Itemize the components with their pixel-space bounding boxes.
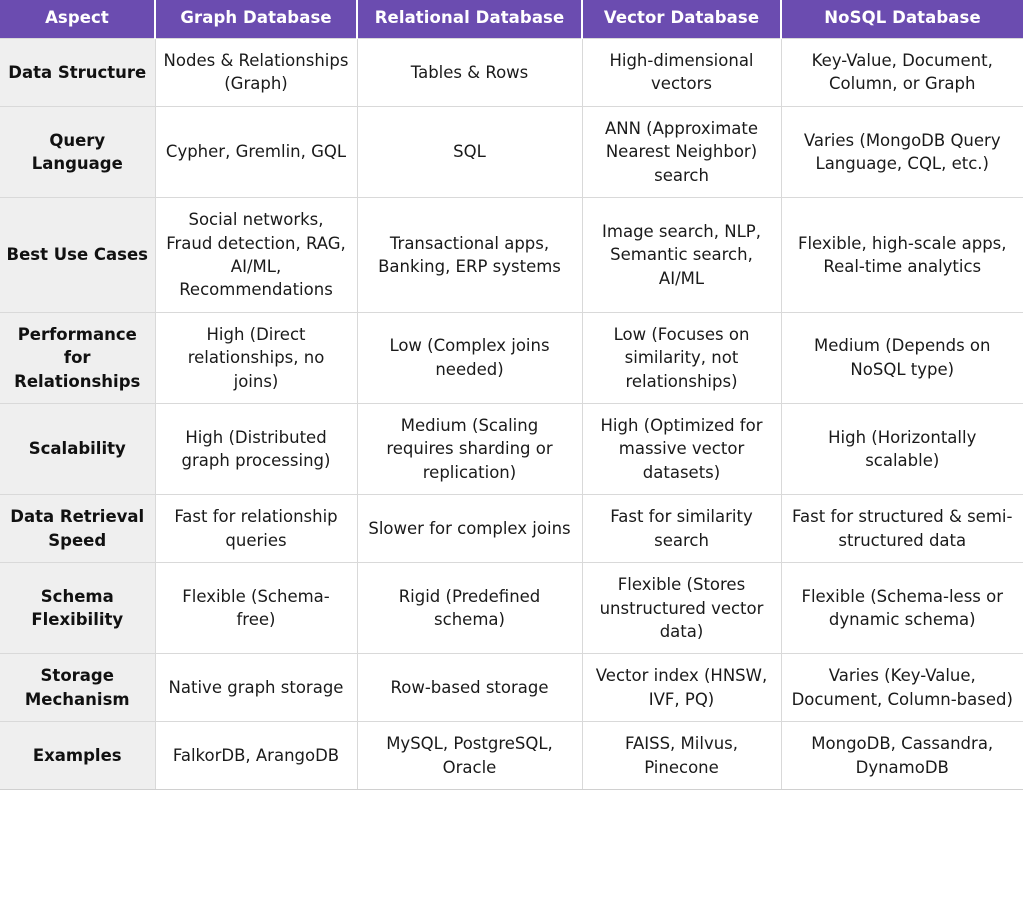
cell-vector: Vector index (HNSW, IVF, PQ)	[582, 654, 781, 722]
cell-relational: Slower for complex joins	[357, 495, 582, 563]
cell-nosql: Varies (MongoDB Query Language, CQL, etc…	[781, 106, 1023, 197]
cell-nosql: Varies (Key-Value, Document, Column-base…	[781, 654, 1023, 722]
table-row: Performance for Relationships High (Dire…	[0, 312, 1023, 403]
row-label-scalability: Scalability	[0, 404, 155, 495]
table-row: Scalability High (Distributed graph proc…	[0, 404, 1023, 495]
column-header-nosql-database: NoSQL Database	[781, 0, 1023, 38]
cell-vector: Low (Focuses on similarity, not relation…	[582, 312, 781, 403]
column-header-vector-database: Vector Database	[582, 0, 781, 38]
column-header-relational-database: Relational Database	[357, 0, 582, 38]
cell-vector: FAISS, Milvus, Pinecone	[582, 722, 781, 790]
cell-nosql: Key-Value, Document, Column, or Graph	[781, 38, 1023, 106]
cell-graph: FalkorDB, ArangoDB	[155, 722, 357, 790]
table-row: Query Language Cypher, Gremlin, GQL SQL …	[0, 106, 1023, 197]
cell-vector: ANN (Approximate Nearest Neighbor) searc…	[582, 106, 781, 197]
row-label-schema-flexibility: Schema Flexibility	[0, 563, 155, 654]
cell-relational: Row-based storage	[357, 654, 582, 722]
row-label-storage-mechanism: Storage Mechanism	[0, 654, 155, 722]
cell-graph: Social networks, Fraud detection, RAG, A…	[155, 198, 357, 313]
database-comparison-table: Aspect Graph Database Relational Databas…	[0, 0, 1023, 790]
row-label-data-retrieval-speed: Data Retrieval Speed	[0, 495, 155, 563]
cell-relational: Rigid (Predefined schema)	[357, 563, 582, 654]
cell-vector: Fast for similarity search	[582, 495, 781, 563]
cell-graph: High (Direct relationships, no joins)	[155, 312, 357, 403]
row-label-best-use-cases: Best Use Cases	[0, 198, 155, 313]
cell-nosql: MongoDB, Cassandra, DynamoDB	[781, 722, 1023, 790]
table-row: Best Use Cases Social networks, Fraud de…	[0, 198, 1023, 313]
cell-graph: Fast for relationship queries	[155, 495, 357, 563]
cell-nosql: Flexible (Schema-less or dynamic schema)	[781, 563, 1023, 654]
row-label-query-language: Query Language	[0, 106, 155, 197]
table-row: Schema Flexibility Flexible (Schema-free…	[0, 563, 1023, 654]
table-row: Data Structure Nodes & Relationships (Gr…	[0, 38, 1023, 106]
table-header: Aspect Graph Database Relational Databas…	[0, 0, 1023, 38]
cell-nosql: Fast for structured & semi-structured da…	[781, 495, 1023, 563]
cell-relational: Medium (Scaling requires sharding or rep…	[357, 404, 582, 495]
cell-graph: Flexible (Schema-free)	[155, 563, 357, 654]
table-body: Data Structure Nodes & Relationships (Gr…	[0, 38, 1023, 789]
cell-graph: Native graph storage	[155, 654, 357, 722]
cell-vector: Image search, NLP, Semantic search, AI/M…	[582, 198, 781, 313]
row-label-performance-for-relationships: Performance for Relationships	[0, 312, 155, 403]
cell-graph: High (Distributed graph processing)	[155, 404, 357, 495]
cell-vector: High (Optimized for massive vector datas…	[582, 404, 781, 495]
table-row: Examples FalkorDB, ArangoDB MySQL, Postg…	[0, 722, 1023, 790]
cell-vector: High-dimensional vectors	[582, 38, 781, 106]
cell-relational: Low (Complex joins needed)	[357, 312, 582, 403]
cell-vector: Flexible (Stores unstructured vector dat…	[582, 563, 781, 654]
comparison-table-container: Aspect Graph Database Relational Databas…	[0, 0, 1023, 790]
row-label-data-structure: Data Structure	[0, 38, 155, 106]
cell-relational: MySQL, PostgreSQL, Oracle	[357, 722, 582, 790]
column-header-aspect: Aspect	[0, 0, 155, 38]
cell-relational: Tables & Rows	[357, 38, 582, 106]
row-label-examples: Examples	[0, 722, 155, 790]
table-row: Storage Mechanism Native graph storage R…	[0, 654, 1023, 722]
table-row: Data Retrieval Speed Fast for relationsh…	[0, 495, 1023, 563]
cell-graph: Cypher, Gremlin, GQL	[155, 106, 357, 197]
cell-nosql: Flexible, high-scale apps, Real-time ana…	[781, 198, 1023, 313]
column-header-graph-database: Graph Database	[155, 0, 357, 38]
cell-graph: Nodes & Relationships (Graph)	[155, 38, 357, 106]
cell-relational: SQL	[357, 106, 582, 197]
cell-nosql: High (Horizontally scalable)	[781, 404, 1023, 495]
cell-nosql: Medium (Depends on NoSQL type)	[781, 312, 1023, 403]
header-row: Aspect Graph Database Relational Databas…	[0, 0, 1023, 38]
cell-relational: Transactional apps, Banking, ERP systems	[357, 198, 582, 313]
